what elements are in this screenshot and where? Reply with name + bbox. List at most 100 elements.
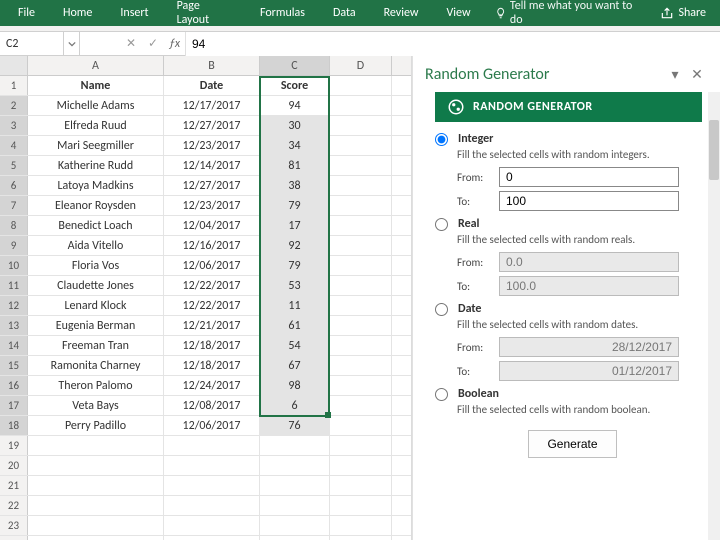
cell-B14[interactable]: 12/18/2017 bbox=[164, 336, 260, 355]
cell-A16[interactable]: Theron Palomo bbox=[28, 376, 164, 395]
fx-icon[interactable]: ƒx bbox=[164, 32, 186, 56]
cell-B22[interactable] bbox=[164, 496, 260, 515]
ribbon-tab-data[interactable]: Data bbox=[319, 0, 370, 26]
row-header[interactable]: 20 bbox=[0, 456, 28, 475]
cell-D18[interactable] bbox=[330, 416, 392, 435]
cell-D14[interactable] bbox=[330, 336, 392, 355]
cell-C3[interactable]: 30 bbox=[260, 116, 330, 135]
pane-menu[interactable]: ▾ bbox=[664, 66, 686, 83]
cell-C9[interactable]: 92 bbox=[260, 236, 330, 255]
cell-B13[interactable]: 12/21/2017 bbox=[164, 316, 260, 335]
cell-B15[interactable]: 12/18/2017 bbox=[164, 356, 260, 375]
cell-D12[interactable] bbox=[330, 296, 392, 315]
cell-D7[interactable] bbox=[330, 196, 392, 215]
cell-C10[interactable]: 79 bbox=[260, 256, 330, 275]
tell-me[interactable]: Tell me what you want to do bbox=[485, 0, 651, 27]
cell-C24[interactable] bbox=[260, 536, 330, 540]
pane-scrollbar[interactable] bbox=[708, 92, 720, 540]
cell-D23[interactable] bbox=[330, 516, 392, 535]
cell-B24[interactable] bbox=[164, 536, 260, 540]
cell-A8[interactable]: Benedict Loach bbox=[28, 216, 164, 235]
cell-B5[interactable]: 12/14/2017 bbox=[164, 156, 260, 175]
cell-D11[interactable] bbox=[330, 276, 392, 295]
cell-A23[interactable] bbox=[28, 516, 164, 535]
cell-C13[interactable]: 61 bbox=[260, 316, 330, 335]
cell-A18[interactable]: Perry Padillo bbox=[28, 416, 164, 435]
formula-cancel[interactable]: ✕ bbox=[120, 32, 142, 56]
cell-D6[interactable] bbox=[330, 176, 392, 195]
row-header[interactable]: 16 bbox=[0, 376, 28, 395]
row-header[interactable]: 5 bbox=[0, 156, 28, 175]
cell-C4[interactable]: 34 bbox=[260, 136, 330, 155]
cell-C21[interactable] bbox=[260, 476, 330, 495]
spreadsheet-grid[interactable]: A B C D 1NameDateScore2Michelle Adams12/… bbox=[0, 56, 412, 540]
row-header[interactable]: 7 bbox=[0, 196, 28, 215]
row-header[interactable]: 13 bbox=[0, 316, 28, 335]
cell-B1[interactable]: Date bbox=[164, 76, 260, 95]
cell-B16[interactable]: 12/24/2017 bbox=[164, 376, 260, 395]
cell-A21[interactable] bbox=[28, 476, 164, 495]
row-header[interactable]: 2 bbox=[0, 96, 28, 115]
generate-button[interactable]: Generate bbox=[528, 430, 616, 458]
cell-C15[interactable]: 67 bbox=[260, 356, 330, 375]
cell-D5[interactable] bbox=[330, 156, 392, 175]
row-header[interactable]: 17 bbox=[0, 396, 28, 415]
cell-D1[interactable] bbox=[330, 76, 392, 95]
option-integer[interactable]: Integer bbox=[435, 132, 710, 146]
cell-C19[interactable] bbox=[260, 436, 330, 455]
row-header[interactable]: 12 bbox=[0, 296, 28, 315]
cell-C17[interactable]: 6 bbox=[260, 396, 330, 415]
cell-A20[interactable] bbox=[28, 456, 164, 475]
integer-to-input[interactable] bbox=[499, 191, 679, 211]
cell-B2[interactable]: 12/17/2017 bbox=[164, 96, 260, 115]
cell-D19[interactable] bbox=[330, 436, 392, 455]
formula-confirm[interactable]: ✓ bbox=[142, 32, 164, 56]
cell-D13[interactable] bbox=[330, 316, 392, 335]
cell-A22[interactable] bbox=[28, 496, 164, 515]
cell-B12[interactable]: 12/22/2017 bbox=[164, 296, 260, 315]
cell-A1[interactable]: Name bbox=[28, 76, 164, 95]
cell-D17[interactable] bbox=[330, 396, 392, 415]
cell-A14[interactable]: Freeman Tran bbox=[28, 336, 164, 355]
cell-D24[interactable] bbox=[330, 536, 392, 540]
cell-A12[interactable]: Lenard Klock bbox=[28, 296, 164, 315]
pane-close[interactable]: ✕ bbox=[686, 66, 708, 83]
cell-C11[interactable]: 53 bbox=[260, 276, 330, 295]
cell-D16[interactable] bbox=[330, 376, 392, 395]
row-header[interactable]: 23 bbox=[0, 516, 28, 535]
cell-B6[interactable]: 12/27/2017 bbox=[164, 176, 260, 195]
cell-C22[interactable] bbox=[260, 496, 330, 515]
ribbon-tab-home[interactable]: Home bbox=[49, 0, 106, 26]
ribbon-tab-formulas[interactable]: Formulas bbox=[246, 0, 319, 26]
cell-D15[interactable] bbox=[330, 356, 392, 375]
ribbon-tab-insert[interactable]: Insert bbox=[106, 0, 162, 26]
cell-B8[interactable]: 12/04/2017 bbox=[164, 216, 260, 235]
cell-D2[interactable] bbox=[330, 96, 392, 115]
col-header-b[interactable]: B bbox=[164, 56, 260, 75]
cell-C6[interactable]: 38 bbox=[260, 176, 330, 195]
row-header[interactable]: 19 bbox=[0, 436, 28, 455]
cell-C5[interactable]: 81 bbox=[260, 156, 330, 175]
integer-from-input[interactable] bbox=[499, 167, 679, 187]
formula-input[interactable] bbox=[186, 32, 720, 56]
ribbon-tab-file[interactable]: File bbox=[4, 0, 49, 26]
name-box-dropdown[interactable] bbox=[64, 32, 80, 56]
cell-A10[interactable]: Floria Vos bbox=[28, 256, 164, 275]
row-header[interactable]: 6 bbox=[0, 176, 28, 195]
option-real[interactable]: Real bbox=[435, 217, 710, 231]
option-date[interactable]: Date bbox=[435, 302, 710, 316]
cell-A19[interactable] bbox=[28, 436, 164, 455]
cell-B20[interactable] bbox=[164, 456, 260, 475]
row-header[interactable]: 11 bbox=[0, 276, 28, 295]
cell-A13[interactable]: Eugenia Berman bbox=[28, 316, 164, 335]
cell-B7[interactable]: 12/23/2017 bbox=[164, 196, 260, 215]
cell-D20[interactable] bbox=[330, 456, 392, 475]
cell-B4[interactable]: 12/23/2017 bbox=[164, 136, 260, 155]
row-header[interactable]: 8 bbox=[0, 216, 28, 235]
scrollbar-thumb[interactable] bbox=[709, 120, 719, 180]
cell-D4[interactable] bbox=[330, 136, 392, 155]
cell-B19[interactable] bbox=[164, 436, 260, 455]
cell-A2[interactable]: Michelle Adams bbox=[28, 96, 164, 115]
col-header-c[interactable]: C bbox=[260, 56, 330, 75]
radio-boolean[interactable] bbox=[435, 388, 448, 401]
